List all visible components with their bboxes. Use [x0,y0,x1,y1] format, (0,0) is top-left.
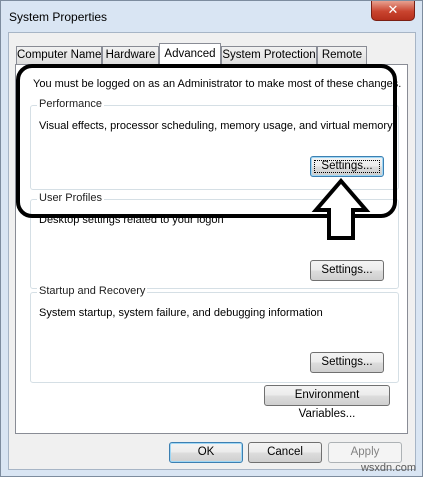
tab-computer-name[interactable]: Computer Name [16,46,102,65]
tab-hardware[interactable]: Hardware [102,46,159,65]
startup-recovery-group: Startup and Recovery System startup, sys… [30,285,399,383]
close-button[interactable]: ✕ [371,1,415,21]
startup-recovery-description: System startup, system failure, and debu… [39,307,323,319]
user-profiles-settings-button[interactable]: Settings... [310,260,384,281]
startup-recovery-settings-button[interactable]: Settings... [310,352,384,373]
tab-system-protection[interactable]: System Protection [221,46,317,65]
window-title: System Properties [9,10,108,24]
apply-button[interactable]: Apply [328,442,402,463]
watermark-text: wsxdn.com [360,462,416,474]
ok-button[interactable]: OK [169,442,243,463]
cancel-button[interactable]: Cancel [248,442,322,463]
close-icon: ✕ [387,3,399,18]
environment-variables-button[interactable]: Environment Variables... [264,385,390,420]
tab-advanced[interactable]: Advanced [159,43,221,66]
tab-remote[interactable]: Remote [317,46,367,65]
up-arrow-icon [311,178,371,240]
startup-recovery-group-title: Startup and Recovery [37,285,148,297]
